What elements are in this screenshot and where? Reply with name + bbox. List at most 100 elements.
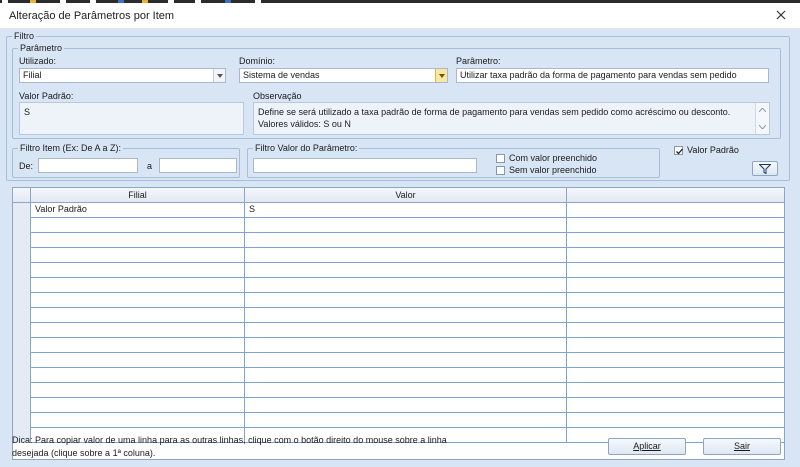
table-cell[interactable]: [31, 248, 245, 263]
table-row[interactable]: [13, 368, 784, 383]
filtro-item-label: Filtro Item (Ex: De A a Z):: [18, 142, 124, 154]
row-indicator[interactable]: [13, 383, 31, 398]
table-cell[interactable]: [245, 338, 567, 353]
table-row[interactable]: [13, 233, 784, 248]
table-cell[interactable]: [31, 353, 245, 368]
table-cell[interactable]: [31, 323, 245, 338]
filter-button[interactable]: [752, 161, 778, 176]
table-cell[interactable]: [245, 413, 567, 428]
row-indicator[interactable]: [13, 398, 31, 413]
row-indicator[interactable]: [13, 323, 31, 338]
table-cell[interactable]: [245, 383, 567, 398]
table-cell[interactable]: [31, 308, 245, 323]
table-cell[interactable]: [567, 383, 784, 398]
chevron-down-icon[interactable]: [213, 69, 225, 82]
parametro-field[interactable]: Utilizar taxa padrão da forma de pagamen…: [456, 68, 769, 83]
observacao-scrollbar[interactable]: [755, 103, 769, 134]
aplicar-button[interactable]: Aplicar: [608, 438, 686, 455]
sair-button[interactable]: Sair: [703, 438, 781, 455]
table-row[interactable]: [13, 323, 784, 338]
table-cell[interactable]: Valor Padrão: [31, 203, 245, 218]
table-row[interactable]: [13, 383, 784, 398]
row-indicator[interactable]: [13, 308, 31, 323]
row-indicator[interactable]: [13, 233, 31, 248]
sem-valor-checkbox[interactable]: [496, 166, 505, 175]
chevron-down-icon[interactable]: [435, 69, 447, 82]
table-cell[interactable]: [245, 293, 567, 308]
table-row[interactable]: [13, 398, 784, 413]
table-row[interactable]: [13, 263, 784, 278]
table-cell[interactable]: [567, 203, 784, 218]
table-cell[interactable]: [567, 278, 784, 293]
table-row[interactable]: [13, 308, 784, 323]
table-cell[interactable]: [567, 218, 784, 233]
table-cell[interactable]: [31, 413, 245, 428]
table-row[interactable]: [13, 413, 784, 428]
table-row[interactable]: [13, 338, 784, 353]
table-cell[interactable]: [567, 263, 784, 278]
row-indicator[interactable]: [13, 353, 31, 368]
table-cell[interactable]: [567, 293, 784, 308]
table-row[interactable]: [13, 293, 784, 308]
table-cell[interactable]: [31, 233, 245, 248]
column-header-filial[interactable]: Filial: [31, 188, 245, 203]
filtro-valor-input[interactable]: [253, 158, 477, 173]
row-indicator[interactable]: [13, 203, 31, 218]
row-indicator[interactable]: [13, 368, 31, 383]
table-cell[interactable]: [245, 308, 567, 323]
table-cell[interactable]: [567, 323, 784, 338]
table-cell[interactable]: [567, 308, 784, 323]
row-indicator[interactable]: [13, 293, 31, 308]
table-row[interactable]: Valor Padrão S: [13, 203, 784, 218]
row-indicator[interactable]: [13, 248, 31, 263]
table-row[interactable]: [13, 248, 784, 263]
com-valor-checkbox[interactable]: [496, 154, 505, 163]
table-cell[interactable]: [31, 383, 245, 398]
table-cell[interactable]: [31, 263, 245, 278]
row-indicator[interactable]: [13, 338, 31, 353]
utilizado-select[interactable]: Filial: [19, 68, 226, 83]
table-cell[interactable]: [245, 248, 567, 263]
close-icon[interactable]: [769, 5, 793, 27]
table-row[interactable]: [13, 278, 784, 293]
table-cell[interactable]: [567, 413, 784, 428]
table-cell[interactable]: [31, 368, 245, 383]
table-cell[interactable]: [245, 278, 567, 293]
de-input[interactable]: [38, 158, 138, 173]
table-cell[interactable]: [245, 353, 567, 368]
column-header-valor[interactable]: Valor: [245, 188, 567, 203]
table-cell[interactable]: [245, 263, 567, 278]
table-cell[interactable]: [31, 338, 245, 353]
valor-padrao-checkbox[interactable]: [674, 146, 683, 155]
table-row[interactable]: [13, 353, 784, 368]
table-cell[interactable]: [31, 218, 245, 233]
parameters-grid[interactable]: Filial Valor Valor Padrão S: [12, 187, 785, 460]
row-indicator[interactable]: [13, 263, 31, 278]
table-cell[interactable]: [245, 368, 567, 383]
table-row[interactable]: [13, 218, 784, 233]
dominio-select[interactable]: Sistema de vendas: [239, 68, 448, 83]
table-cell[interactable]: [31, 293, 245, 308]
row-indicator[interactable]: [13, 218, 31, 233]
table-cell[interactable]: [31, 398, 245, 413]
row-indicator[interactable]: [13, 413, 31, 428]
parametro-value: Utilizar taxa padrão da forma de pagamen…: [460, 70, 737, 80]
table-cell[interactable]: [567, 353, 784, 368]
table-cell[interactable]: [567, 368, 784, 383]
table-cell[interactable]: [567, 338, 784, 353]
table-cell[interactable]: [31, 278, 245, 293]
row-indicator[interactable]: [13, 278, 31, 293]
valor-padrao-value: S: [24, 107, 31, 117]
table-cell[interactable]: [245, 218, 567, 233]
table-cell[interactable]: [567, 233, 784, 248]
a-input[interactable]: [159, 158, 237, 173]
table-cell[interactable]: [567, 248, 784, 263]
observacao-field[interactable]: Define se será utilizado a taxa padrão d…: [253, 102, 770, 135]
table-cell[interactable]: [567, 398, 784, 413]
filtro-group-label: Filtro: [12, 30, 36, 42]
table-cell[interactable]: S: [245, 203, 567, 218]
table-cell[interactable]: [245, 398, 567, 413]
table-cell[interactable]: [245, 323, 567, 338]
utilizado-value: Filial: [23, 70, 42, 80]
table-cell[interactable]: [245, 233, 567, 248]
